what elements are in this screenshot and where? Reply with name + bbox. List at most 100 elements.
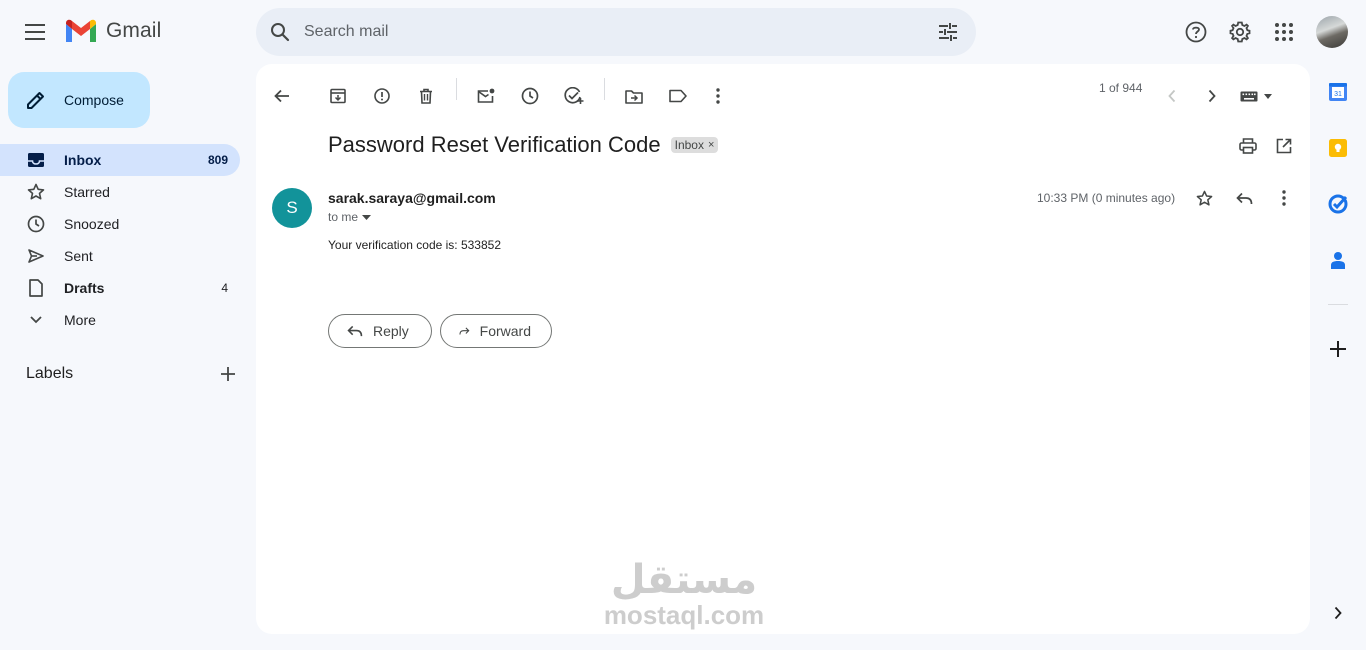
sender-avatar[interactable]: S: [272, 188, 312, 228]
keep-notes-icon: [1329, 139, 1347, 157]
account-avatar[interactable]: [1316, 16, 1348, 48]
message-subject: Password Reset Verification Code: [328, 132, 661, 157]
support-button[interactable]: [1176, 12, 1216, 52]
reply-icon: [347, 325, 363, 337]
reply-icon-button[interactable]: [1224, 178, 1264, 218]
open-new-window-button[interactable]: [1264, 126, 1304, 166]
create-label-button[interactable]: [216, 362, 240, 386]
back-button[interactable]: [262, 76, 302, 116]
search-input[interactable]: [304, 23, 920, 41]
inbox-label-chip: Inbox ×: [670, 137, 719, 153]
labels-heading: Labels: [26, 365, 74, 382]
sidebar-item-snoozed[interactable]: Snoozed: [0, 208, 240, 240]
tasks-app-button[interactable]: [1322, 188, 1354, 220]
compose-button[interactable]: Compose: [8, 72, 150, 128]
mark-unread-button[interactable]: [466, 76, 506, 116]
recipient-details-toggle[interactable]: to me: [328, 210, 372, 224]
draft-file-icon: [29, 279, 43, 297]
newer-button[interactable]: [1152, 76, 1192, 116]
trash-icon: [420, 88, 432, 104]
help-icon: [1185, 21, 1207, 43]
calendar-icon: 31: [1329, 83, 1347, 101]
sender-email[interactable]: sarak.saraya@gmail.com: [328, 190, 496, 206]
star-message-button[interactable]: [1184, 178, 1224, 218]
archive-button[interactable]: [318, 76, 358, 116]
plus-icon: [221, 367, 235, 381]
add-to-tasks-button[interactable]: [554, 76, 594, 116]
archive-icon: [330, 88, 346, 104]
calendar-app-button[interactable]: 31: [1322, 76, 1354, 108]
sidebar-item-inbox[interactable]: Inbox 809: [0, 144, 240, 176]
keyboard-icon: [1240, 91, 1258, 101]
labels-header: Labels: [26, 362, 240, 386]
main-menu-button[interactable]: [14, 12, 58, 52]
more-actions-button[interactable]: [698, 76, 738, 116]
input-tools-button[interactable]: [1236, 76, 1276, 116]
gear-icon: [1229, 21, 1251, 43]
svg-text:31: 31: [1334, 91, 1342, 98]
print-all-button[interactable]: [1228, 126, 1268, 166]
plus-icon: [1330, 341, 1346, 357]
sidebar-item-more[interactable]: More: [0, 304, 240, 336]
search-button[interactable]: [256, 22, 304, 42]
message-body: Your verification code is: 533852: [328, 238, 502, 252]
settings-button[interactable]: [1220, 12, 1260, 52]
apps-grid-icon: [1275, 23, 1293, 41]
toolbar-divider: [456, 78, 457, 100]
more-vert-icon: [1282, 190, 1286, 206]
keep-app-button[interactable]: [1322, 132, 1354, 164]
sidebar-item-label: Inbox: [64, 152, 102, 168]
watermark-arabic: مستقل: [610, 557, 758, 603]
sidebar-nav: Inbox 809 Starred Snoozed Sent Drafts 4 …: [0, 144, 256, 336]
tasks-icon: [1328, 194, 1348, 214]
sidebar-item-drafts[interactable]: Drafts 4: [0, 272, 240, 304]
chevron-right-icon: [1208, 89, 1216, 103]
reply-label: Reply: [373, 323, 409, 339]
search-bar[interactable]: [256, 8, 976, 56]
star-icon: [1196, 190, 1212, 206]
clock-icon: [521, 87, 539, 105]
move-to-button[interactable]: [614, 76, 654, 116]
chevron-down-icon: [30, 316, 42, 324]
reply-button[interactable]: Reply: [328, 314, 432, 348]
google-apps-button[interactable]: [1264, 12, 1304, 52]
back-arrow-icon: [274, 89, 289, 103]
snooze-button[interactable]: [510, 76, 550, 116]
sidebar-item-label: More: [64, 312, 96, 328]
move-to-folder-icon: [625, 89, 643, 104]
send-icon: [28, 249, 44, 263]
older-button[interactable]: [1192, 76, 1232, 116]
contacts-app-button[interactable]: [1322, 244, 1354, 276]
get-addons-button[interactable]: [1322, 333, 1354, 365]
forward-button[interactable]: Forward: [440, 314, 552, 348]
remove-label-icon[interactable]: ×: [708, 139, 714, 151]
hide-side-panel-button[interactable]: [1322, 597, 1354, 629]
label-icon: [669, 89, 687, 103]
print-icon: [1239, 138, 1257, 154]
sidebar-item-starred[interactable]: Starred: [0, 176, 240, 208]
chevron-left-icon: [1168, 89, 1176, 103]
message-timestamp: 10:33 PM (0 minutes ago): [1037, 191, 1176, 205]
star-icon: [27, 183, 45, 200]
labels-button[interactable]: [658, 76, 698, 116]
contacts-person-icon: [1331, 252, 1345, 269]
pagination-text: 1 of 944: [1099, 81, 1143, 95]
gmail-logo[interactable]: Gmail: [64, 18, 161, 44]
filter-tune-icon: [939, 23, 957, 41]
label-chip-text: Inbox: [674, 138, 704, 152]
clock-icon: [27, 215, 45, 233]
delete-button[interactable]: [406, 76, 446, 116]
search-options-button[interactable]: [920, 22, 976, 42]
pencil-icon: [27, 92, 44, 109]
inbox-icon: [28, 153, 44, 167]
more-vert-icon: [716, 88, 720, 104]
forward-icon: [459, 327, 470, 335]
message-more-button[interactable]: [1264, 178, 1304, 218]
sidebar-item-sent[interactable]: Sent: [0, 240, 240, 272]
rail-divider: [1328, 304, 1348, 305]
unread-count: 809: [207, 153, 228, 167]
sidebar-item-label: Snoozed: [64, 216, 120, 232]
toolbar-divider: [604, 78, 605, 100]
recipient-text: to me: [328, 210, 359, 224]
report-spam-button[interactable]: [362, 76, 402, 116]
